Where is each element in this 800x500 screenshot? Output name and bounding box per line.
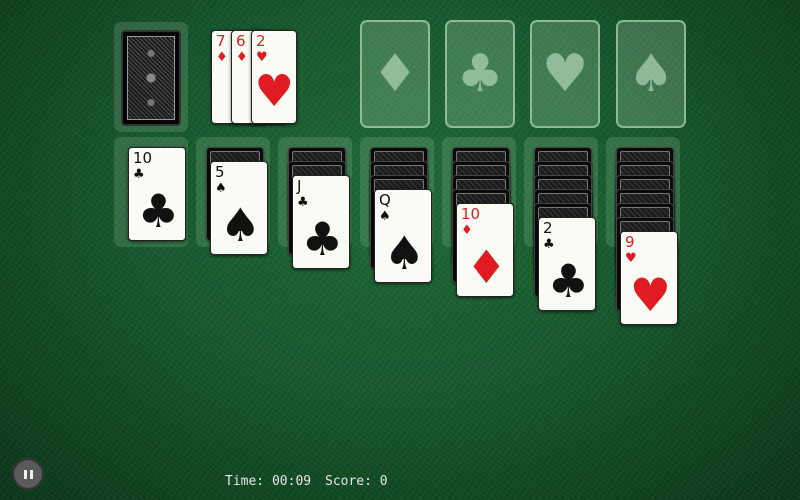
card-suit-icon: ♣ xyxy=(133,167,145,182)
card-center-suit-icon: ♣ xyxy=(137,184,179,238)
tableau-6-top-card[interactable]: 2 ♣ ♣ xyxy=(538,217,596,311)
tableau-3-top-card[interactable]: J ♣ ♣ xyxy=(292,175,350,269)
foundation-clubs[interactable]: ♣ xyxy=(445,20,515,128)
card-center-suit-icon: ♣ xyxy=(547,254,589,308)
card-center-suit-icon: ♠ xyxy=(383,226,425,280)
pause-button[interactable] xyxy=(12,458,44,490)
heart-icon: ♥ xyxy=(541,44,589,104)
card-rank: 10 xyxy=(133,149,153,167)
pause-icon xyxy=(23,469,33,479)
card-suit-icon: ♣ xyxy=(543,237,555,252)
card-rank: J xyxy=(297,177,302,195)
foundation-spades[interactable]: ♠ xyxy=(616,20,686,128)
card-rank: Q xyxy=(379,191,391,209)
waste-card-top[interactable]: 2 ♥ ♥ xyxy=(251,30,297,124)
card-center-suit-icon: ♠ xyxy=(219,198,261,252)
card-suit-icon: ♠ xyxy=(379,209,391,224)
card-suit-icon: ♣ xyxy=(297,195,309,210)
card-suit-icon: ♦ xyxy=(461,223,473,238)
stock-pile[interactable] xyxy=(121,30,181,126)
card-rank: 2 xyxy=(543,219,553,237)
tableau-4-top-card[interactable]: Q ♠ ♠ xyxy=(374,189,432,283)
card-suit-icon: ♦ xyxy=(216,50,228,65)
card-rank: 5 xyxy=(215,163,225,181)
card-center-suit-icon: ♥ xyxy=(254,66,294,117)
card-suit-icon: ♥ xyxy=(625,251,637,266)
card-suit-icon: ♦ xyxy=(236,50,248,65)
tableau-5-top-card[interactable]: 10 ♦ ♦ xyxy=(456,203,514,297)
card-rank: 9 xyxy=(625,233,635,251)
card-suit-icon: ♥ xyxy=(256,50,268,65)
card-rank: 2 xyxy=(256,32,266,50)
tableau-7-top-card[interactable]: 9 ♥ ♥ xyxy=(620,231,678,325)
card-suit-icon: ♠ xyxy=(215,181,227,196)
foundation-hearts[interactable]: ♥ xyxy=(530,20,600,128)
card-center-suit-icon: ♥ xyxy=(629,268,671,322)
card-center-suit-icon: ♣ xyxy=(301,212,343,266)
tableau-1-top-card[interactable]: 10 ♣ ♣ xyxy=(128,147,186,241)
card-rank: 7 xyxy=(216,32,226,50)
card-rank: 6 xyxy=(236,32,246,50)
foundation-diamonds[interactable]: ♦ xyxy=(360,20,430,128)
club-icon: ♣ xyxy=(456,44,504,104)
time-display: Time: 00:09 xyxy=(225,474,312,489)
card-center-suit-icon: ♦ xyxy=(465,240,507,294)
score-display: Score: 0 xyxy=(325,474,388,489)
card-rank: 10 xyxy=(461,205,481,223)
diamond-icon: ♦ xyxy=(371,44,419,104)
spade-icon: ♠ xyxy=(627,44,675,104)
tableau-2-top-card[interactable]: 5 ♠ ♠ xyxy=(210,161,268,255)
